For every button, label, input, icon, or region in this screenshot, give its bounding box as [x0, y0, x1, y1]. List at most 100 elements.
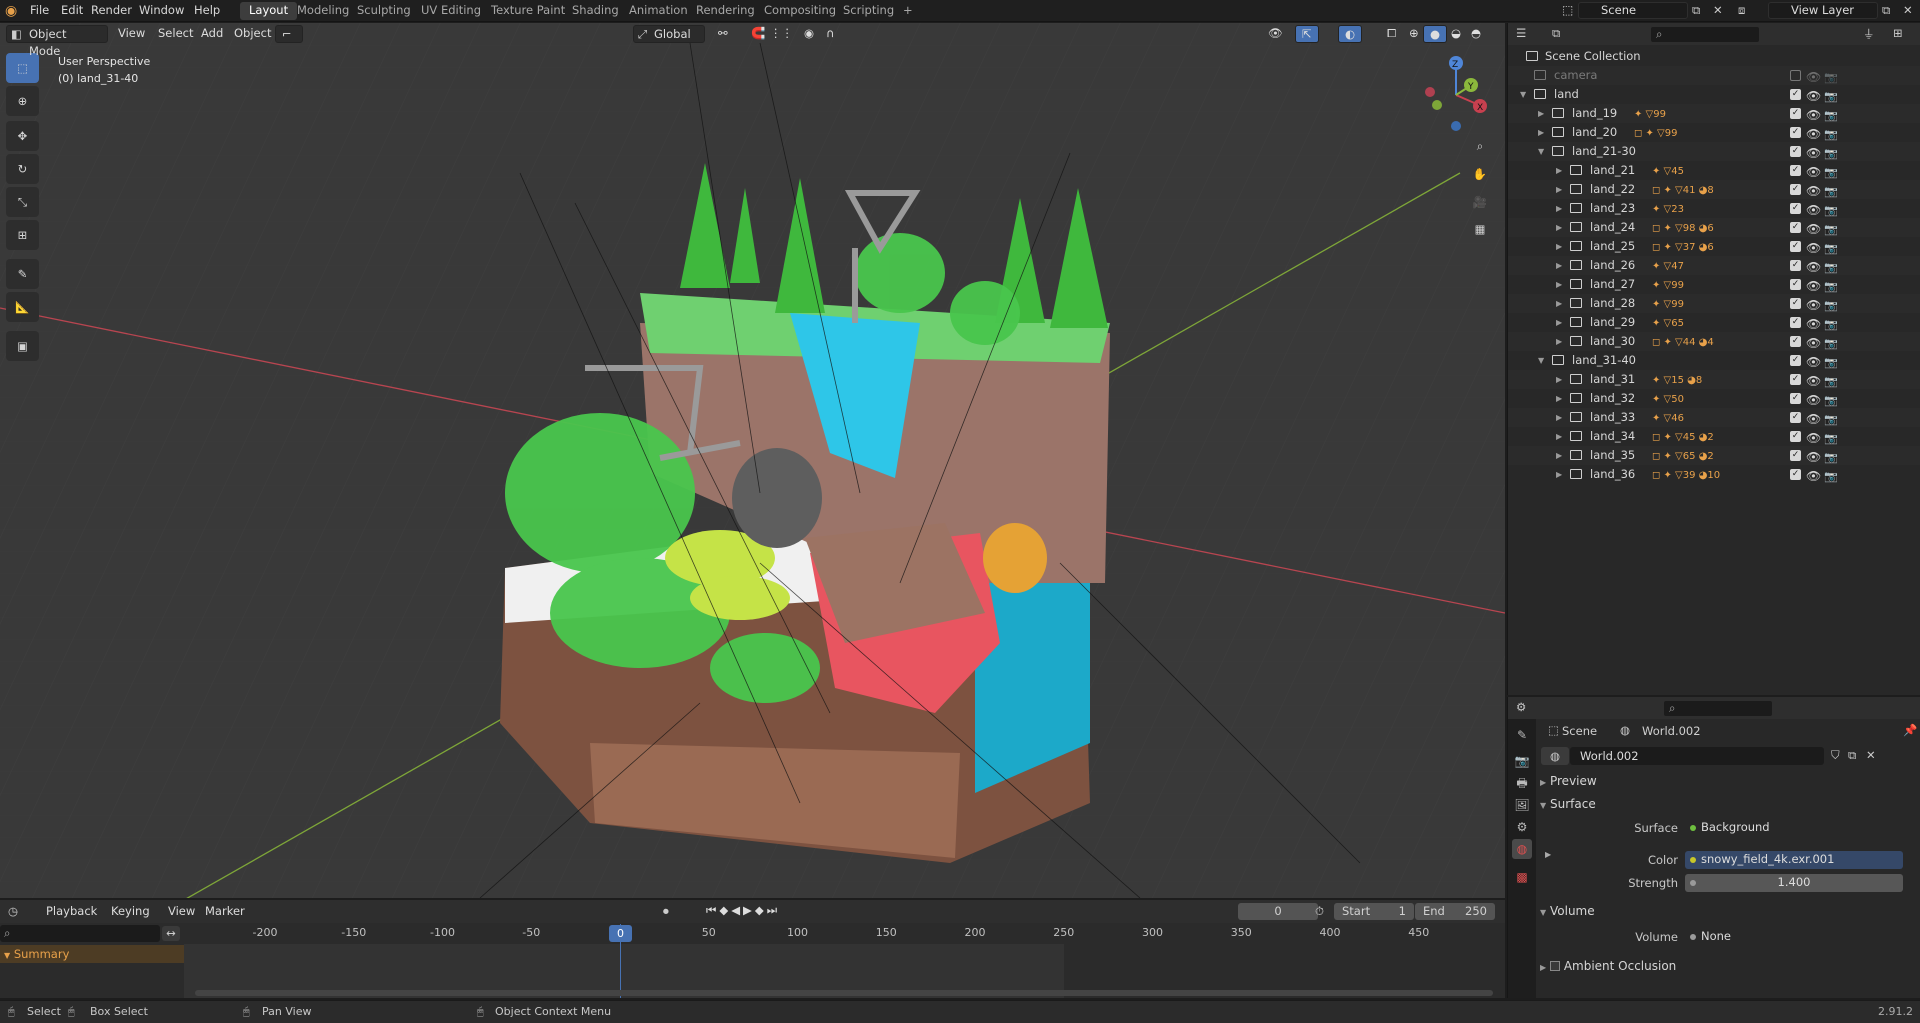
transform-tool-icon[interactable]: ⊞	[6, 220, 39, 250]
exclude-checkbox[interactable]: ✓	[1790, 165, 1801, 176]
expand-toggle-icon[interactable]: ▶	[1556, 218, 1562, 237]
properties-editor-icon[interactable]: ⚙	[1516, 700, 1526, 714]
outliner-row-land_35[interactable]: ▶ land_35 ◻ ✦ ▽65 ◕2 ✓ 👁 📷	[1508, 446, 1920, 465]
camera-view-icon[interactable]: 🎥	[1467, 189, 1493, 215]
workspace-tab-sculpting[interactable]: Sculpting	[348, 2, 420, 20]
child-objects-icon[interactable]: ◻ ✦ ▽45 ◕2	[1652, 428, 1714, 447]
outliner-row-land_20[interactable]: ▶ land_20 ◻ ✦ ▽99 ✓ 👁 📷	[1508, 123, 1920, 142]
view-layer-tab-icon[interactable]: 🖼	[1512, 795, 1532, 815]
breadcrumb-world[interactable]: World.002	[1642, 724, 1701, 738]
viewport-menu-add[interactable]: Add	[195, 25, 229, 43]
timeline-search-input[interactable]	[0, 925, 160, 942]
outliner-row-land_24[interactable]: ▶ land_24 ◻ ✦ ▽98 ◕6 ✓ 👁 📷	[1508, 218, 1920, 237]
exclude-checkbox[interactable]: ✓	[1790, 184, 1801, 195]
gizmo-toggle-icon[interactable]: ⇱	[1295, 25, 1319, 43]
exclude-checkbox[interactable]: ✓	[1790, 298, 1801, 309]
snap-target-icon[interactable]: ⋮⋮	[764, 25, 799, 43]
expand-toggle-icon[interactable]: ▼	[1538, 351, 1544, 370]
child-objects-icon[interactable]: ✦ ▽47	[1652, 257, 1684, 276]
expand-toggle-icon[interactable]: ▼	[1538, 142, 1544, 161]
child-objects-icon[interactable]: ◻ ✦ ▽65 ◕2	[1652, 447, 1714, 466]
display-mode-icon[interactable]: ⧉	[1552, 26, 1560, 41]
child-objects-icon[interactable]: ◻ ✦ ▽99	[1634, 124, 1677, 143]
outliner-row-land_27[interactable]: ▶ land_27 ✦ ▽99 ✓ 👁 📷	[1508, 275, 1920, 294]
timeline-menu-keying[interactable]: Keying	[105, 903, 156, 921]
new-collection-icon[interactable]: ⊞	[1893, 26, 1903, 40]
outliner-row-land_34[interactable]: ▶ land_34 ◻ ✦ ▽45 ◕2 ✓ 👁 📷	[1508, 427, 1920, 446]
timeline-menu-playback[interactable]: Playback	[40, 903, 103, 921]
expand-toggle-icon[interactable]: ▶	[1556, 370, 1562, 389]
view-layer-selector[interactable]: View Layer	[1768, 2, 1878, 19]
preview-range-icon[interactable]: ⏱	[1315, 904, 1324, 919]
workspace-tab-animation[interactable]: Animation	[620, 2, 697, 20]
filter-icon[interactable]: ⏚	[1863, 26, 1875, 42]
child-objects-icon[interactable]: ◻ ✦ ▽41 ◕8	[1652, 181, 1714, 200]
playhead-frame[interactable]: 0	[609, 925, 632, 942]
ortho-grid-icon[interactable]: ▦	[1467, 216, 1493, 242]
child-objects-icon[interactable]: ◻ ✦ ▽44 ◕4	[1652, 333, 1714, 352]
child-objects-icon[interactable]: ✦ ▽99	[1652, 295, 1684, 314]
visibility-icon[interactable]: 👁	[1262, 25, 1289, 43]
outliner-row-land_25[interactable]: ▶ land_25 ◻ ✦ ▽37 ◕6 ✓ 👁 📷	[1508, 237, 1920, 256]
menu-render[interactable]: Render	[85, 0, 138, 22]
expand-toggle-icon[interactable]: ▶	[1556, 275, 1562, 294]
solid-shading-icon[interactable]: ●	[1423, 25, 1448, 43]
rendered-shading-icon[interactable]: ◓	[1465, 25, 1487, 43]
exclude-checkbox[interactable]: ✓	[1790, 260, 1801, 271]
expand-toggle-icon[interactable]: ▶	[1556, 389, 1562, 408]
scene-collection-row[interactable]: Scene Collection	[1508, 47, 1920, 66]
strength-field[interactable]: 1.400	[1685, 874, 1903, 892]
exclude-checkbox[interactable]: ✓	[1790, 431, 1801, 442]
menu-file[interactable]: File	[24, 0, 55, 22]
outliner-row-land_22[interactable]: ▶ land_22 ◻ ✦ ▽41 ◕8 ✓ 👁 📷	[1508, 180, 1920, 199]
overlay-toggle-icon[interactable]: ◐	[1338, 25, 1363, 43]
exclude-checkbox[interactable]: ✓	[1790, 393, 1801, 404]
expand-toggle-icon[interactable]: ▶	[1556, 408, 1562, 427]
outliner-row-land_21-30[interactable]: ▼ land_21-30 ✓ 👁 📷	[1508, 142, 1920, 161]
volume-section[interactable]: ▼ Volume	[1536, 901, 1920, 921]
child-objects-icon[interactable]: ✦ ▽99	[1634, 105, 1666, 124]
timeline-editor-icon[interactable]: ◷	[8, 904, 18, 918]
exclude-checkbox[interactable]: ✓	[1790, 241, 1801, 252]
viewport-menu-view[interactable]: View	[112, 25, 151, 43]
outliner-row-land[interactable]: ▼ land ✓ 👁 📷	[1508, 85, 1920, 104]
end-frame-field[interactable]: End 250	[1415, 903, 1495, 920]
visibility-eye-icon[interactable]: 👁	[1806, 467, 1821, 486]
expand-toggle-icon[interactable]: ▶	[1556, 256, 1562, 275]
render-tab-icon[interactable]: 📷	[1512, 751, 1532, 771]
material-shading-icon[interactable]: ◒	[1445, 25, 1467, 43]
surface-section[interactable]: ▼ Surface	[1536, 794, 1920, 814]
pivot-icon[interactable]: ⚯	[712, 25, 734, 43]
outliner-row-land_29[interactable]: ▶ land_29 ✦ ▽65 ✓ 👁 📷	[1508, 313, 1920, 332]
summary-channel[interactable]: ▼ Summary	[0, 945, 184, 963]
proportional-edit-icon[interactable]: ◉	[798, 25, 820, 43]
outliner-row-land_30[interactable]: ▶ land_30 ◻ ✦ ▽44 ◕4 ✓ 👁 📷	[1508, 332, 1920, 351]
exclude-checkbox[interactable]: ✓	[1790, 203, 1801, 214]
scale-tool-icon[interactable]: ⤡	[6, 187, 39, 217]
viewport-menu-select[interactable]: Select	[152, 25, 199, 43]
expand-toggle-icon[interactable]: ▶	[1556, 199, 1562, 218]
timeline-menu-marker[interactable]: Marker	[199, 903, 251, 921]
exclude-checkbox[interactable]: ✓	[1790, 469, 1801, 480]
exclude-checkbox[interactable]: ✓	[1790, 336, 1801, 347]
editor-type-icon[interactable]: ☰	[1516, 26, 1526, 40]
add-cube-tool-icon[interactable]: ▣	[6, 331, 39, 361]
color-texture-field[interactable]: snowy_field_4k.exr.001	[1685, 851, 1903, 869]
playback-controls[interactable]: ⏮◆◀▶◆⏭	[706, 903, 780, 918]
expand-toggle-icon[interactable]: ▶	[1556, 180, 1562, 199]
preview-section[interactable]: ▶ Preview	[1536, 771, 1920, 791]
exclude-checkbox[interactable]: ✓	[1790, 108, 1801, 119]
texture-tab-icon[interactable]: ▩	[1512, 867, 1532, 887]
unlink-world-icon[interactable]: ✕	[1866, 748, 1876, 762]
tool-tab-icon[interactable]: ✎	[1512, 725, 1532, 745]
expand-toggle-icon[interactable]: ▶	[1556, 446, 1562, 465]
zoom-icon[interactable]: ⌕	[1467, 133, 1493, 159]
expand-toggle-icon[interactable]: ▶	[1556, 427, 1562, 446]
delete-scene-icon[interactable]: ✕	[1713, 3, 1723, 17]
volume-shader-field[interactable]: None	[1685, 928, 1903, 946]
child-objects-icon[interactable]: ✦ ▽15 ◕8	[1652, 371, 1702, 390]
breadcrumb-scene[interactable]: Scene	[1562, 724, 1597, 738]
timeline-sync-icon[interactable]: ↔	[162, 926, 180, 941]
scene-selector[interactable]: Scene	[1578, 2, 1688, 19]
outliner-row-land_36[interactable]: ▶ land_36 ◻ ✦ ▽39 ◕10 ✓ 👁 📷	[1508, 465, 1920, 484]
